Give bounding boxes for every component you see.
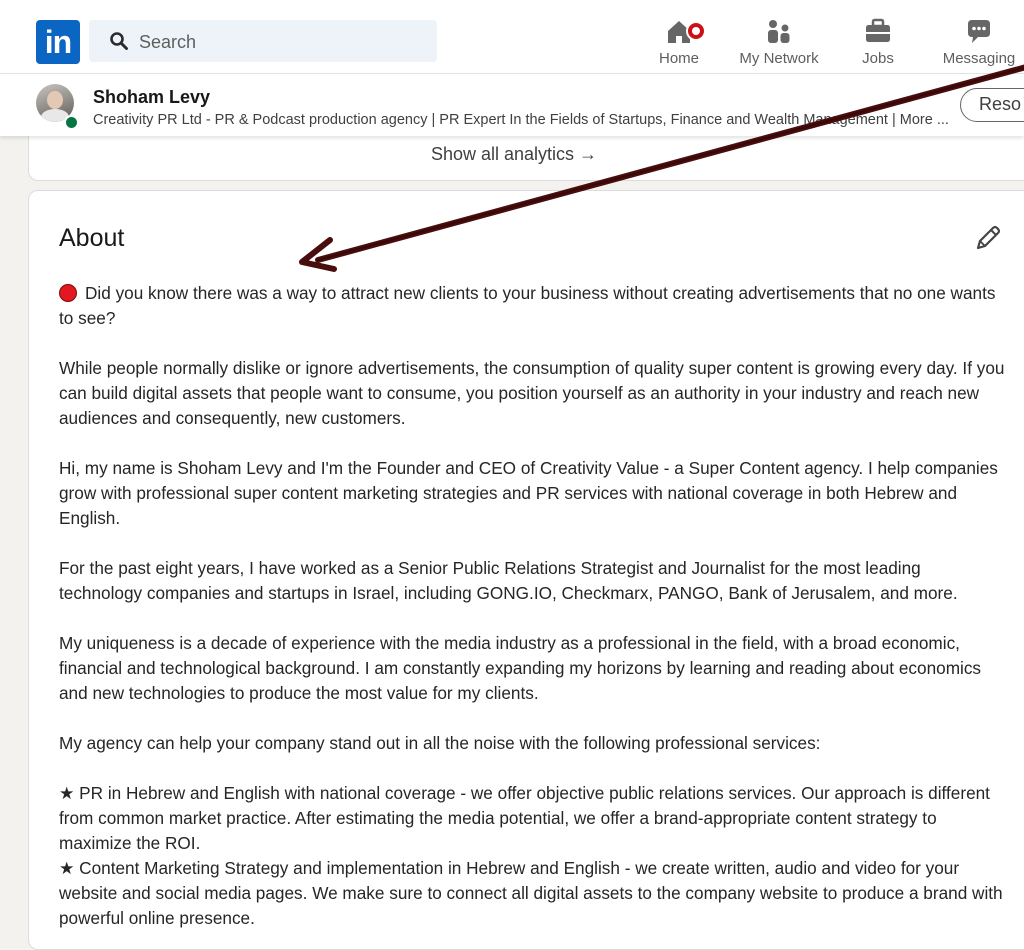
about-service-item: ★ PR in Hebrew and English with national… <box>59 783 990 853</box>
nav-item-messaging[interactable]: Messaging <box>940 16 1018 72</box>
nav-item-jobs[interactable]: Jobs <box>858 16 898 72</box>
search-input[interactable] <box>137 20 421 64</box>
about-service-item: ★ Content Marketing Strategy and impleme… <box>59 858 1003 928</box>
avatar-face <box>47 91 63 109</box>
show-all-analytics-link[interactable]: Show all analytics → <box>29 144 1024 165</box>
search-box[interactable] <box>89 20 437 64</box>
online-status-indicator <box>64 115 79 130</box>
network-icon <box>768 20 790 43</box>
top-navigation-bar: in Home My Network Jobs <box>0 0 1024 74</box>
notification-badge <box>686 21 706 41</box>
message-icon <box>968 20 990 43</box>
about-text: Did you know there was a way to attract … <box>59 281 1005 931</box>
about-heading: About <box>59 224 125 252</box>
about-paragraph: For the past eight years, I have worked … <box>59 558 958 603</box>
search-icon <box>110 32 128 50</box>
briefcase-icon <box>866 18 890 42</box>
red-circle-icon <box>59 284 77 302</box>
about-paragraph: My agency can help your company stand ou… <box>59 733 821 753</box>
profile-name: Shoham Levy <box>93 87 211 107</box>
nav-label-jobs: Jobs <box>862 50 894 67</box>
nav-label-messaging: Messaging <box>942 50 1016 67</box>
nav-item-home[interactable]: Home <box>656 16 706 72</box>
nav-label-home: Home <box>658 50 699 67</box>
about-paragraph: My uniqueness is a decade of experience … <box>59 633 982 703</box>
sticky-profile-header: Shoham Levy Creativity PR Ltd - PR & Pod… <box>0 74 1024 136</box>
linkedin-logo[interactable]: in <box>36 20 80 64</box>
resources-button[interactable]: Reso <box>960 88 1024 122</box>
nav-label-my-network: My Network <box>739 50 819 67</box>
about-section: About Did you know there was a way to at… <box>28 190 1024 950</box>
nav-item-my-network[interactable]: My Network <box>736 16 822 72</box>
about-paragraph: While people normally dislike or ignore … <box>59 358 1005 428</box>
about-paragraph: Hi, my name is Shoham Levy and I'm the F… <box>59 458 998 528</box>
about-paragraph: Did you know there was a way to attract … <box>59 281 1005 331</box>
about-paragraph-text: Did you know there was a way to attract … <box>59 283 996 328</box>
pencil-edit-icon[interactable] <box>973 223 1003 253</box>
profile-headline: Creativity PR Ltd - PR & Podcast product… <box>93 112 949 128</box>
